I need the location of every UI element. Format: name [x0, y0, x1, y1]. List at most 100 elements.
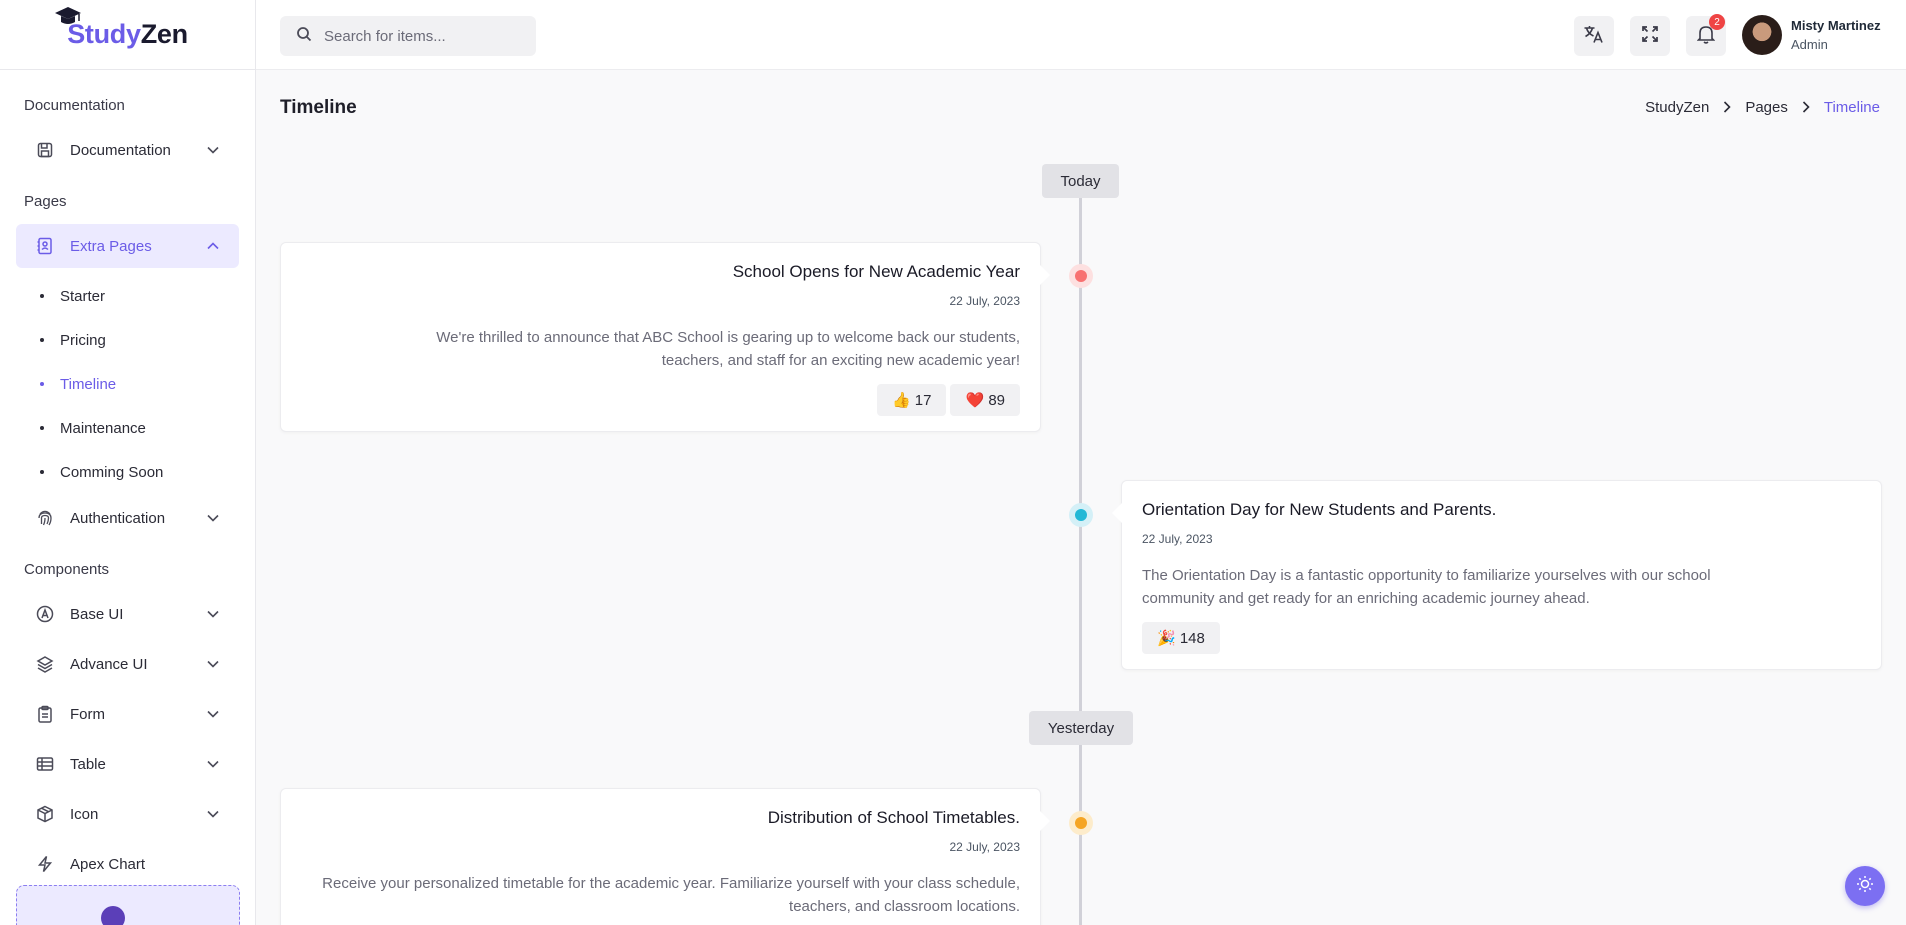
theme-settings-button[interactable] — [1845, 866, 1885, 906]
breadcrumb: StudyZen Pages Timeline — [1645, 99, 1880, 116]
timeline-card-text: We're thrilled to announce that ABC Scho… — [436, 329, 1020, 369]
timeline-dot — [1069, 264, 1093, 288]
page-title: Timeline — [280, 97, 357, 118]
timeline-card-date: 22 July, 2023 — [949, 294, 1021, 308]
timeline-dot — [1069, 811, 1093, 835]
timeline-card: Orientation Day for New Students and Par… — [1112, 480, 1882, 670]
user-menu[interactable]: Misty Martinez Admin — [1742, 15, 1881, 55]
chevron-up-icon — [207, 239, 219, 253]
sidebar-subitem-label: Timeline — [60, 375, 117, 393]
user-name: Misty Martinez — [1791, 18, 1881, 33]
sidebar-subitem-maintenance[interactable]: Maintenance — [0, 406, 255, 450]
sidebar-item-base-ui[interactable]: Base UI — [16, 592, 239, 636]
timeline-card-date: 22 July, 2023 — [1142, 532, 1213, 546]
party-reaction-button[interactable]: 🎉 148 — [1142, 622, 1220, 654]
sidebar-subitem-label: Maintenance — [60, 419, 146, 437]
base-ui-icon — [36, 605, 54, 623]
sidebar-item-label: Apex Chart — [70, 855, 146, 873]
sidebar-subitem-pricing[interactable]: Pricing — [0, 318, 255, 362]
translate-icon — [1583, 24, 1605, 49]
sidebar-subitem-label: Comming Soon — [60, 463, 164, 481]
sidebar-item-label: Base UI — [70, 605, 124, 623]
sidebar-item-label: Advance UI — [70, 655, 148, 673]
nav-section-documentation: Documentation — [24, 96, 125, 114]
timeline-card: Distribution of School Timetables. 22 Ju… — [280, 788, 1050, 925]
expand-icon — [1641, 25, 1659, 48]
sidebar-item-label: Authentication — [70, 509, 166, 527]
document-icon — [36, 141, 54, 159]
timeline-group-label: Today — [1042, 164, 1119, 198]
sidebar-item-label: Table — [70, 755, 106, 773]
bullet-dot — [40, 426, 44, 430]
language-button[interactable] — [1574, 16, 1614, 56]
chevron-down-icon — [207, 657, 219, 671]
notifications-button[interactable]: 2 — [1686, 14, 1726, 56]
timeline-card-title: Orientation Day for New Students and Par… — [1142, 500, 1497, 519]
top-header: 2 Misty Martinez Admin — [256, 0, 1906, 70]
reaction-bar: 👍 17 ❤️ 89 — [301, 384, 1020, 416]
breadcrumb-link[interactable]: Pages — [1745, 99, 1788, 116]
sidebar-item-form[interactable]: Form — [16, 692, 239, 736]
timeline-card-title: School Opens for New Academic Year — [732, 262, 1020, 281]
sidebar-item-apex-chart[interactable]: Apex Chart — [16, 842, 239, 886]
breadcrumb-link[interactable]: StudyZen — [1645, 99, 1709, 116]
sidebar-item-table[interactable]: Table — [16, 742, 239, 786]
reaction-bar: 🎉 148 — [1142, 622, 1861, 654]
breadcrumb-current: Timeline — [1823, 99, 1880, 116]
sidebar-item-icon[interactable]: Icon — [16, 792, 239, 836]
sidebar-subitem-starter[interactable]: Starter — [0, 274, 255, 318]
bullet-dot — [40, 470, 44, 474]
timeline-card: School Opens for New Academic Year 22 Ju… — [280, 242, 1050, 432]
sidebar-subitem-label: Pricing — [60, 331, 106, 349]
chevron-right-icon — [1723, 100, 1731, 116]
calendar-icon — [1075, 270, 1087, 282]
sidebar-subitem-label: Starter — [60, 287, 106, 305]
sidebar-item-label: Documentation — [70, 141, 171, 159]
sidebar-item-extra-pages[interactable]: Extra Pages — [16, 224, 239, 268]
calendar-icon — [1075, 817, 1087, 829]
contact-book-icon — [36, 237, 54, 255]
nav-section-components: Components — [24, 560, 110, 578]
search-icon — [296, 26, 312, 47]
calendar-icon — [1075, 509, 1087, 521]
brand-name-part2: Zen — [140, 19, 188, 49]
sidebar-item-documentation[interactable]: Documentation — [16, 128, 239, 172]
timeline-card-text: The Orientation Day is a fantastic oppor… — [1142, 567, 1711, 607]
sidebar-item-label: Extra Pages — [70, 237, 152, 255]
sidebar-subitem-comming-soon[interactable]: Comming Soon — [0, 450, 255, 494]
timeline-card-text: Receive your personalized timetable for … — [322, 875, 1020, 915]
timeline-card-title: Distribution of School Timetables. — [767, 808, 1020, 827]
box-icon — [36, 805, 54, 823]
fullscreen-button[interactable] — [1630, 16, 1670, 56]
bullet-dot — [40, 338, 44, 342]
nav-section-pages: Pages — [24, 192, 67, 210]
fingerprint-icon — [36, 509, 54, 527]
chevron-down-icon — [207, 807, 219, 821]
brand-logo[interactable]: Study Zen — [0, 0, 255, 70]
timeline-group-label: Yesterday — [1029, 711, 1133, 745]
user-role: Admin — [1791, 37, 1828, 52]
sidebar-item-authentication[interactable]: Authentication — [16, 496, 239, 540]
lightning-icon — [36, 855, 54, 873]
promo-card — [16, 885, 240, 925]
notification-badge: 2 — [1709, 14, 1725, 30]
chevron-down-icon — [207, 757, 219, 771]
table-icon — [36, 755, 54, 773]
chevron-down-icon — [207, 143, 219, 157]
timeline-card-date: 22 July, 2023 — [949, 840, 1021, 854]
graduation-cap-icon — [55, 7, 82, 24]
chevron-down-icon — [207, 707, 219, 721]
sidebar-item-label: Form — [70, 705, 105, 723]
search-box[interactable] — [280, 16, 536, 56]
sidebar-item-label: Icon — [70, 805, 99, 823]
promo-illustration — [101, 906, 125, 925]
sidebar-subitem-timeline[interactable]: Timeline — [0, 362, 255, 406]
sidebar-item-advance-ui[interactable]: Advance UI — [16, 642, 239, 686]
search-input[interactable] — [324, 27, 524, 45]
chevron-down-icon — [207, 511, 219, 525]
sun-icon — [1856, 875, 1874, 898]
heart-reaction-button[interactable]: ❤️ 89 — [950, 384, 1020, 416]
thumbs-up-reaction-button[interactable]: 👍 17 — [876, 384, 947, 416]
chevron-down-icon — [207, 607, 219, 621]
layers-icon — [36, 655, 54, 673]
